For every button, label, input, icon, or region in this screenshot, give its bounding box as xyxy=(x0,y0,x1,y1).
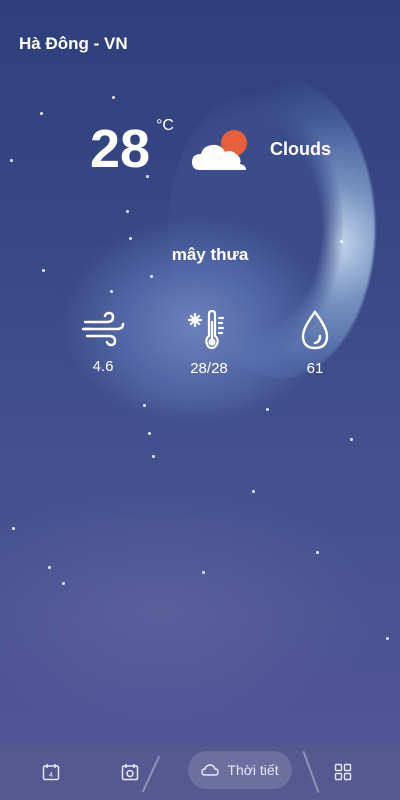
bottom-navigation: 4 Thời tiết xyxy=(0,744,400,800)
weather-condition: Clouds xyxy=(270,139,331,159)
alarm-clock-icon xyxy=(121,764,139,781)
wind-metric: 4.6 xyxy=(73,310,133,375)
location-label[interactable]: Hà Đông - VN xyxy=(19,34,128,54)
temperature-range-metric: 28/28 xyxy=(179,310,239,377)
water-drop-icon xyxy=(301,310,329,350)
wind-speed-value: 4.6 xyxy=(92,358,114,375)
calendar-icon: 4 xyxy=(42,764,60,781)
humidity-metric: 61 xyxy=(285,310,345,377)
nav-alarm-tab[interactable] xyxy=(119,758,141,786)
wind-icon xyxy=(81,311,125,347)
background-haze xyxy=(0,480,400,720)
nav-more-tab[interactable] xyxy=(332,758,354,786)
decorative-streak xyxy=(302,750,320,794)
humidity-value: 61 xyxy=(306,360,324,377)
weather-description: mây thưa xyxy=(171,245,249,264)
calendar-badge: 4 xyxy=(49,772,53,779)
nav-weather-label: Thời tiết xyxy=(227,762,279,778)
temperature-range-value: 28/28 xyxy=(190,360,228,377)
cloud-sun-icon xyxy=(192,130,247,170)
decorative-streak xyxy=(141,755,161,793)
cloud-icon xyxy=(201,764,220,776)
thermometer-icon xyxy=(187,310,225,350)
nav-calendar-tab[interactable]: 4 xyxy=(40,758,62,786)
nav-weather-tab[interactable]: Thời tiết xyxy=(188,751,292,789)
temperature-unit: °C xyxy=(156,117,174,134)
current-temperature: 28 xyxy=(90,119,151,179)
grid-icon xyxy=(334,763,352,781)
